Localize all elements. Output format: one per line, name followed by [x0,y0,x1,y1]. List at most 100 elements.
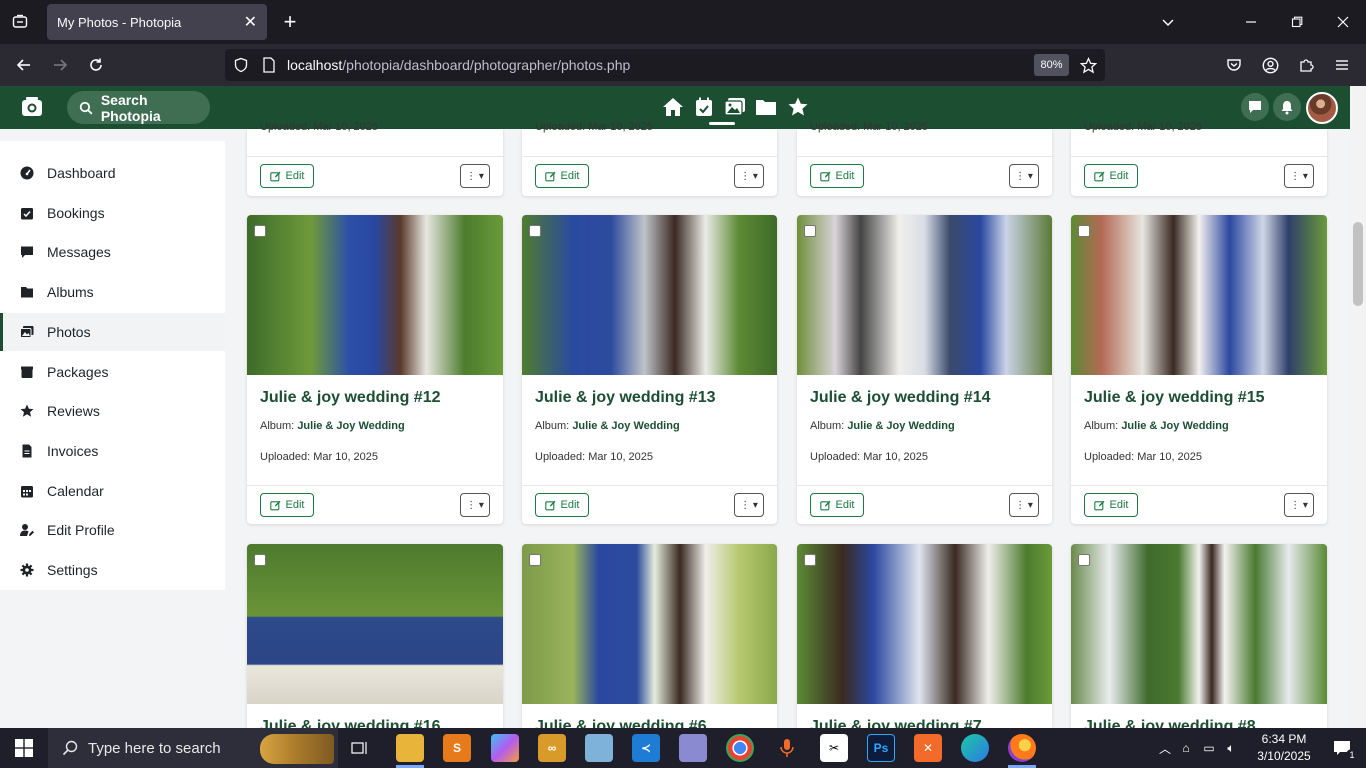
taskbar-search[interactable]: Type here to search [48,728,338,768]
album-link[interactable]: Julie & Joy Wedding [297,420,404,432]
chrome-app[interactable] [726,734,754,762]
select-checkbox[interactable] [529,225,541,237]
more-options-button[interactable]: ⋮ ▾ [1009,164,1039,188]
edge-app[interactable] [961,734,989,762]
edit-button[interactable]: Edit [1084,164,1138,188]
notifications-button[interactable] [1273,93,1301,121]
nav-bookings[interactable] [691,94,717,120]
select-checkbox[interactable] [254,554,266,566]
zoom-level-button[interactable]: 80% [1034,54,1069,76]
more-options-button[interactable]: ⋮ ▾ [460,164,490,188]
sidebar-item-reviews[interactable]: Reviews [0,392,225,430]
select-checkbox[interactable] [254,225,266,237]
avatar[interactable] [1306,92,1338,124]
firefox-app[interactable] [1008,734,1036,762]
minimize-button[interactable] [1228,0,1274,44]
bookmark-star-icon[interactable] [1080,57,1097,74]
more-options-button[interactable]: ⋮ ▾ [734,164,764,188]
photo-thumbnail[interactable] [797,215,1052,375]
photo-thumbnail[interactable] [247,544,503,704]
tab-close-icon[interactable]: ✕ [244,12,257,32]
page-scrollbar[interactable] [1350,86,1366,728]
select-checkbox[interactable] [1078,225,1090,237]
search-photopia-button[interactable]: Search Photopia [67,91,210,124]
start-button[interactable] [0,728,48,768]
photo-thumbnail[interactable] [797,544,1052,704]
page-icon[interactable] [262,57,276,73]
pocket-button[interactable] [1220,52,1248,78]
reload-button[interactable] [82,52,110,78]
notifications-button[interactable]: 1 [1322,728,1362,768]
sidebar-item-packages[interactable]: Packages [0,353,225,391]
sidebar-item-photos[interactable]: Photos [0,313,225,351]
app-server[interactable] [679,734,707,762]
sublime-app[interactable]: S [443,734,471,762]
tab-list-button[interactable] [0,0,40,44]
volume-icon[interactable]: 🔈︎ [1220,741,1242,756]
edit-button[interactable]: Edit [1084,493,1138,517]
select-checkbox[interactable] [529,554,541,566]
camera-logo-icon[interactable] [20,95,44,119]
sidebar-item-messages[interactable]: Messages [0,233,225,271]
shield-icon[interactable] [233,57,249,73]
photo-thumbnail[interactable] [522,544,777,704]
nav-reviews[interactable] [785,94,811,120]
photoshop-app[interactable]: Ps [867,734,895,762]
xampp-app[interactable]: ✕ [914,734,942,762]
address-bar[interactable]: localhost/photopia/dashboard/photographe… [225,49,1105,81]
edit-button[interactable]: Edit [535,493,589,517]
select-checkbox[interactable] [804,225,816,237]
sidebar-item-invoices[interactable]: Invoices [0,432,225,470]
restore-button[interactable] [1274,0,1320,44]
nav-home[interactable] [660,94,686,120]
nav-photos[interactable] [722,94,748,120]
file-explorer-app[interactable] [396,734,424,762]
network-icon[interactable]: ⌂ [1174,741,1198,755]
account-button[interactable] [1256,52,1284,78]
scrollbar-thumb[interactable] [1353,222,1363,306]
album-link[interactable]: Julie & Joy Wedding [572,420,679,432]
photo-thumbnail[interactable] [1071,215,1327,375]
photo-thumbnail[interactable] [1071,544,1327,704]
browser-tab[interactable]: My Photos - Photopia ✕ [47,4,267,40]
list-all-tabs-button[interactable] [1145,0,1191,44]
more-options-button[interactable]: ⋮ ▾ [1009,493,1039,517]
chevron-up-icon[interactable]: ︿ [1156,740,1174,757]
forward-button[interactable] [46,52,74,78]
nav-albums[interactable] [753,94,779,120]
new-tab-button[interactable]: + [278,8,302,36]
task-view-button[interactable] [346,734,374,762]
more-options-button[interactable]: ⋮ ▾ [734,493,764,517]
sidebar-item-dashboard[interactable]: Dashboard [0,154,225,192]
url-text[interactable]: localhost/photopia/dashboard/photographe… [287,57,630,73]
copilot-app[interactable] [491,734,519,762]
menu-button[interactable] [1328,52,1356,78]
photo-thumbnail[interactable] [522,215,777,375]
close-window-button[interactable] [1320,0,1366,44]
sidebar-item-bookings[interactable]: Bookings [0,194,225,232]
album-link[interactable]: Julie & Joy Wedding [1121,420,1228,432]
more-options-button[interactable]: ⋮ ▾ [1284,493,1314,517]
edit-button[interactable]: Edit [810,493,864,517]
edit-button[interactable]: Edit [535,164,589,188]
sidebar-item-settings[interactable]: Settings [0,551,225,589]
app-notepad[interactable] [585,734,613,762]
select-checkbox[interactable] [1078,554,1090,566]
sidebar-item-albums[interactable]: Albums [0,273,225,311]
more-options-button[interactable]: ⋮ ▾ [460,493,490,517]
select-checkbox[interactable] [804,554,816,566]
edit-button[interactable]: Edit [810,164,864,188]
sidebar-item-calendar[interactable]: Calendar [0,472,225,510]
clock[interactable]: 6:34 PM 3/10/2025 [1253,731,1315,765]
album-link[interactable]: Julie & Joy Wedding [847,420,954,432]
messages-button[interactable] [1241,93,1269,121]
voice-recorder-app[interactable] [773,734,801,762]
edit-button[interactable]: Edit [260,164,314,188]
vscode-app[interactable]: ≺ [632,734,660,762]
edit-button[interactable]: Edit [260,493,314,517]
app-bubbles[interactable]: ∞ [538,734,566,762]
more-options-button[interactable]: ⋮ ▾ [1284,164,1314,188]
extensions-button[interactable] [1292,52,1320,78]
back-button[interactable] [10,52,38,78]
photo-thumbnail[interactable] [247,215,503,375]
